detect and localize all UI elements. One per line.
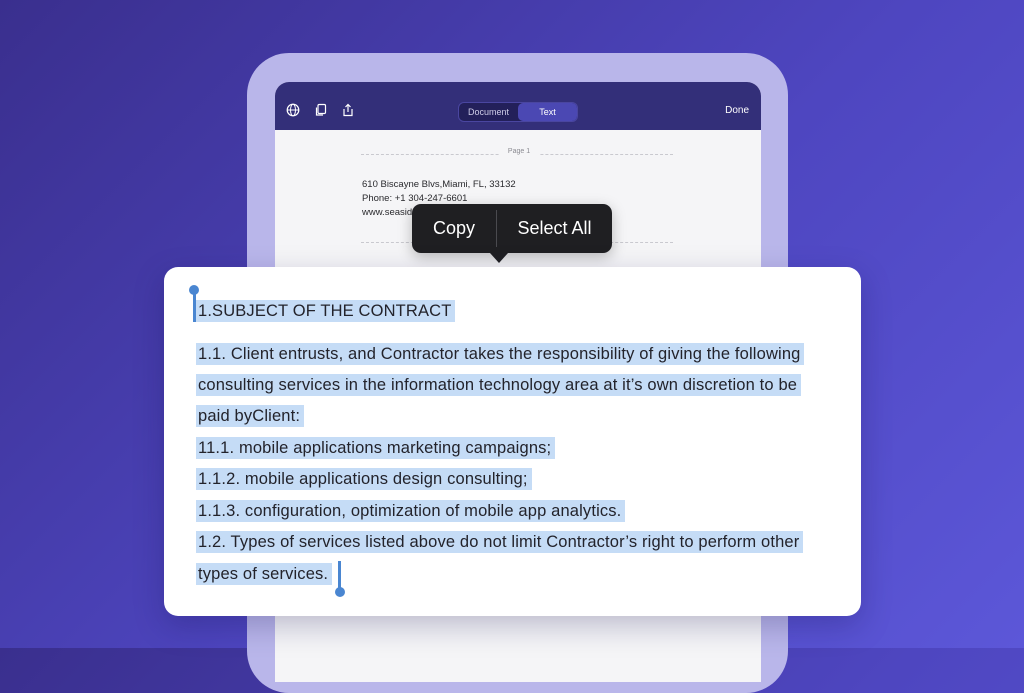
text-line[interactable]: 1.2. Types of services listed above do n… xyxy=(196,529,804,555)
page-label: Page 1 xyxy=(499,148,539,155)
text-line[interactable]: 1.1.3. configuration, optimization of mo… xyxy=(196,498,626,524)
text-line[interactable]: 11.1. mobile applications marketing camp… xyxy=(196,435,556,461)
selected-text-card: 1.SUBJECT OF THE CONTRACT 1.1. Client en… xyxy=(164,267,861,616)
tab-text[interactable]: Text xyxy=(518,103,577,121)
website-line: www.seasid xyxy=(362,207,413,218)
phone-line: Phone: +1 304-247-6601 xyxy=(362,193,468,204)
text-line[interactable]: 1.1. Client entrusts, and Contractor tak… xyxy=(196,341,805,367)
select-all-button[interactable]: Select All xyxy=(497,204,612,253)
text-line[interactable]: consulting services in the information t… xyxy=(196,372,802,398)
view-mode-segmented-control: Document Text xyxy=(458,102,578,122)
text-line[interactable]: types of services. xyxy=(196,561,333,587)
done-button[interactable]: Done xyxy=(725,105,749,116)
toolbar: Document Text Done xyxy=(275,82,761,130)
text-line[interactable]: paid byClient: xyxy=(196,403,305,429)
document-copy-icon[interactable] xyxy=(314,103,328,117)
text-line[interactable]: 1.SUBJECT OF THE CONTRACT xyxy=(196,298,456,324)
address-line: 610 Biscayne Blvs,Miami, FL, 33132 xyxy=(362,179,516,190)
copy-button[interactable]: Copy xyxy=(412,204,496,253)
selection-end-handle[interactable] xyxy=(335,587,345,597)
context-menu-pointer xyxy=(490,253,508,263)
text-line[interactable]: 1.1.2. mobile applications design consul… xyxy=(196,466,532,492)
context-menu: Copy Select All xyxy=(412,204,612,253)
share-icon[interactable] xyxy=(341,103,355,117)
globe-icon[interactable] xyxy=(286,103,300,117)
tab-document[interactable]: Document xyxy=(459,103,518,121)
